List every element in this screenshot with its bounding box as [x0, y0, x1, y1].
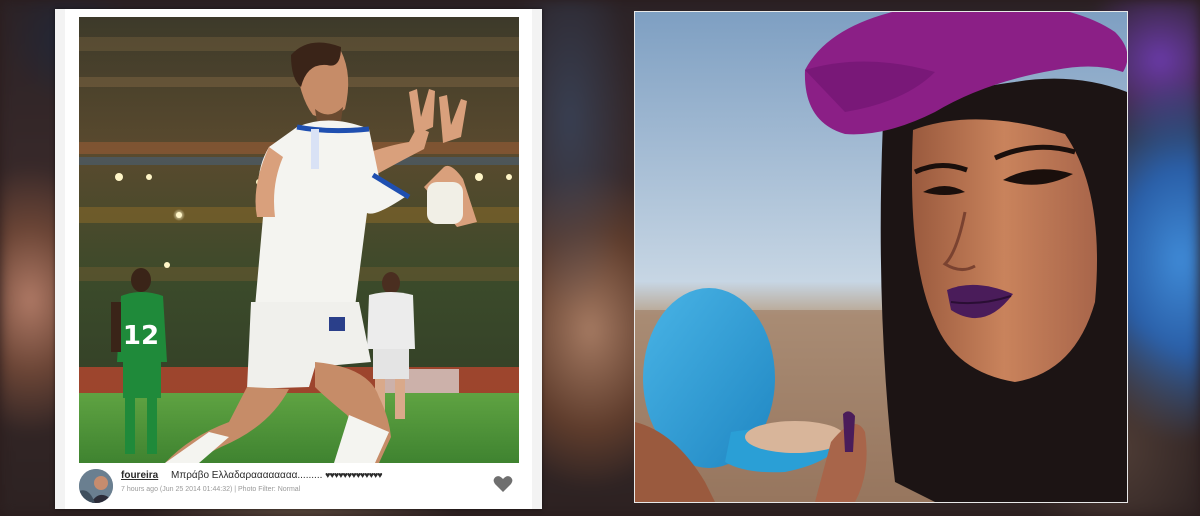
heart-icon[interactable]: [493, 475, 513, 493]
instagram-post-card: 12 foureira Μπράβο Ελλαδαραααααααα......…: [55, 9, 542, 509]
post-caption: Μπράβο Ελλαδαραααααααα......... ♥♥♥♥♥♥♥♥…: [171, 470, 383, 481]
username-link[interactable]: foureira: [121, 470, 158, 481]
post-photo[interactable]: 12: [79, 17, 519, 463]
post-timestamp: 7 hours ago (Jun 25 2014 01:44:32) | Pho…: [121, 486, 301, 493]
svg-text:12: 12: [123, 321, 159, 351]
woman-with-hat-image: [635, 12, 1127, 502]
portrait-photo[interactable]: [634, 11, 1128, 503]
user-avatar[interactable]: [79, 469, 113, 503]
caption-text: Μπράβο Ελλαδαραααααααα.........: [171, 470, 323, 481]
post-meta: foureira Μπράβο Ελλαδαραααααααα.........…: [79, 465, 519, 505]
caption-hearts: ♥♥♥♥♥♥♥♥♥♥♥♥♥: [325, 470, 382, 480]
collage-canvas: 12 foureira Μπράβο Ελλαδαραααααααα......…: [0, 0, 1200, 516]
post-card-body: 12 foureira Μπράβο Ελλαδαραααααααα......…: [65, 9, 532, 509]
football-celebration-image: 12: [79, 17, 519, 463]
